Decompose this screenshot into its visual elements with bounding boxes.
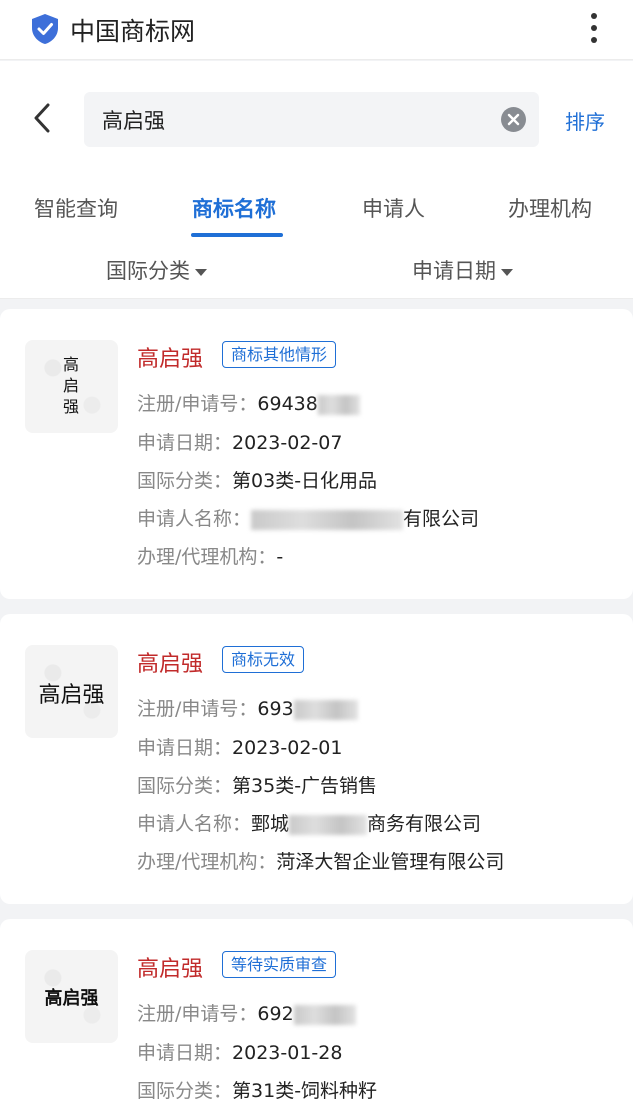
search-input[interactable] [102, 92, 492, 147]
status-badge: 等待实质审查 [222, 951, 337, 978]
applicant-value: 商务有限公司 [367, 813, 482, 835]
intl-class-row: 国际分类：第31类-饲料种籽 [137, 1076, 377, 1103]
apply-date-label: 申请日期： [137, 432, 233, 454]
trademark-logo: 高启强 [25, 340, 118, 433]
applicant-row: 申请人名称：鄄城 商务有限公司 [137, 809, 481, 836]
redacted-mask [289, 814, 368, 835]
intl-class-label: 国际分类： [137, 775, 233, 797]
sort-button[interactable]: 排序 [565, 106, 605, 135]
result-card[interactable]: 高启强 高启强 等待实质审查 注册/申请号：692 申请日期：2023-01-2… [0, 919, 633, 1116]
intl-class-row: 国际分类：第03类-日化用品 [137, 466, 377, 493]
apply-date-label: 申请日期： [137, 737, 233, 759]
caret-down-icon [501, 268, 513, 276]
agency-label: 办理/代理机构： [137, 546, 277, 568]
agency-label: 办理/代理机构： [137, 851, 277, 873]
tab-agency[interactable]: 办理机构 [508, 193, 592, 223]
more-vertical-icon[interactable] [584, 10, 604, 50]
filter-intl-class[interactable]: 国际分类 [106, 255, 207, 285]
filter-label: 国际分类 [106, 259, 190, 283]
tab-smart-query[interactable]: 智能查询 [34, 193, 118, 223]
logo-text: 高启强 [38, 683, 105, 708]
reg-no-label: 注册/申请号： [137, 393, 258, 415]
reg-no-row: 注册/申请号：69438 [137, 389, 360, 416]
applicant-value: 有限公司 [403, 508, 480, 530]
reg-no-value: 692 [257, 1003, 294, 1025]
trademark-logo: 高启强 [25, 950, 118, 1043]
active-tab-indicator [191, 233, 283, 237]
agency-value: - [276, 546, 284, 568]
reg-no-label: 注册/申请号： [137, 1003, 258, 1025]
applicant-row: 申请人名称： 有限公司 [137, 504, 479, 531]
applicant-label: 申请人名称： [137, 813, 252, 835]
apply-date-row: 申请日期：2023-02-07 [137, 428, 342, 455]
agency-value: 菏泽大智企业管理有限公司 [276, 851, 505, 873]
result-card[interactable]: 高启强 高启强 商标无效 注册/申请号：693 申请日期：2023-02-01 … [0, 614, 633, 904]
apply-date-value: 2023-02-07 [232, 432, 343, 454]
filter-apply-date[interactable]: 申请日期 [412, 255, 513, 285]
search-box [84, 92, 539, 147]
reg-no-label: 注册/申请号： [137, 698, 258, 720]
search-type-tabs: 智能查询 商标名称 申请人 办理机构 [0, 173, 633, 241]
apply-date-row: 申请日期：2023-02-01 [137, 733, 342, 760]
intl-class-value: 第03类-日化用品 [232, 470, 378, 492]
intl-class-label: 国际分类： [137, 1080, 233, 1102]
agency-row: 办理/代理机构：菏泽大智企业管理有限公司 [137, 847, 504, 874]
redacted-mask [293, 1004, 356, 1025]
tab-applicant[interactable]: 申请人 [362, 193, 425, 223]
apply-date-value: 2023-01-28 [232, 1042, 343, 1064]
reg-no-value: 693 [257, 698, 294, 720]
tab-trademark-name[interactable]: 商标名称 [192, 193, 276, 223]
applicant-prefix: 鄄城 [251, 813, 290, 835]
reg-no-row: 注册/申请号：693 [137, 694, 358, 721]
agency-row: 办理/代理机构：- [137, 542, 283, 569]
logo-text: 高启强 [62, 355, 79, 416]
applicant-label: 申请人名称： [137, 508, 252, 530]
filter-label: 申请日期 [412, 259, 496, 283]
caret-down-icon [195, 268, 207, 276]
redacted-mask [251, 509, 404, 530]
clear-icon[interactable] [501, 107, 526, 132]
redacted-mask [293, 699, 358, 720]
status-badge: 商标无效 [222, 646, 305, 673]
intl-class-value: 第31类-饲料种籽 [232, 1080, 378, 1102]
apply-date-row: 申请日期：2023-01-28 [137, 1038, 342, 1065]
reg-no-value: 69438 [257, 393, 318, 415]
status-badge: 商标其他情形 [222, 341, 337, 368]
reg-no-row: 注册/申请号：692 [137, 999, 356, 1026]
logo-text: 高启强 [44, 988, 99, 1009]
intl-class-label: 国际分类： [137, 470, 233, 492]
result-card[interactable]: 高启强 高启强 商标其他情形 注册/申请号：69438 申请日期：2023-02… [0, 309, 633, 599]
apply-date-value: 2023-02-01 [232, 737, 343, 759]
trademark-name: 高启强 [137, 957, 204, 982]
shield-check-icon [32, 14, 58, 44]
app-title: 中国商标网 [70, 17, 196, 46]
chevron-left-icon[interactable] [28, 101, 58, 135]
search-bar: 排序 [0, 61, 633, 173]
apply-date-label: 申请日期： [137, 1042, 233, 1064]
redacted-mask [317, 394, 360, 415]
trademark-name: 高启强 [137, 652, 204, 677]
trademark-name: 高启强 [137, 347, 204, 372]
app-bar: 中国商标网 [0, 0, 633, 60]
trademark-logo: 高启强 [25, 645, 118, 738]
intl-class-row: 国际分类：第35类-广告销售 [137, 771, 377, 798]
intl-class-value: 第35类-广告销售 [232, 775, 378, 797]
filter-bar: 国际分类 申请日期 [0, 241, 633, 299]
